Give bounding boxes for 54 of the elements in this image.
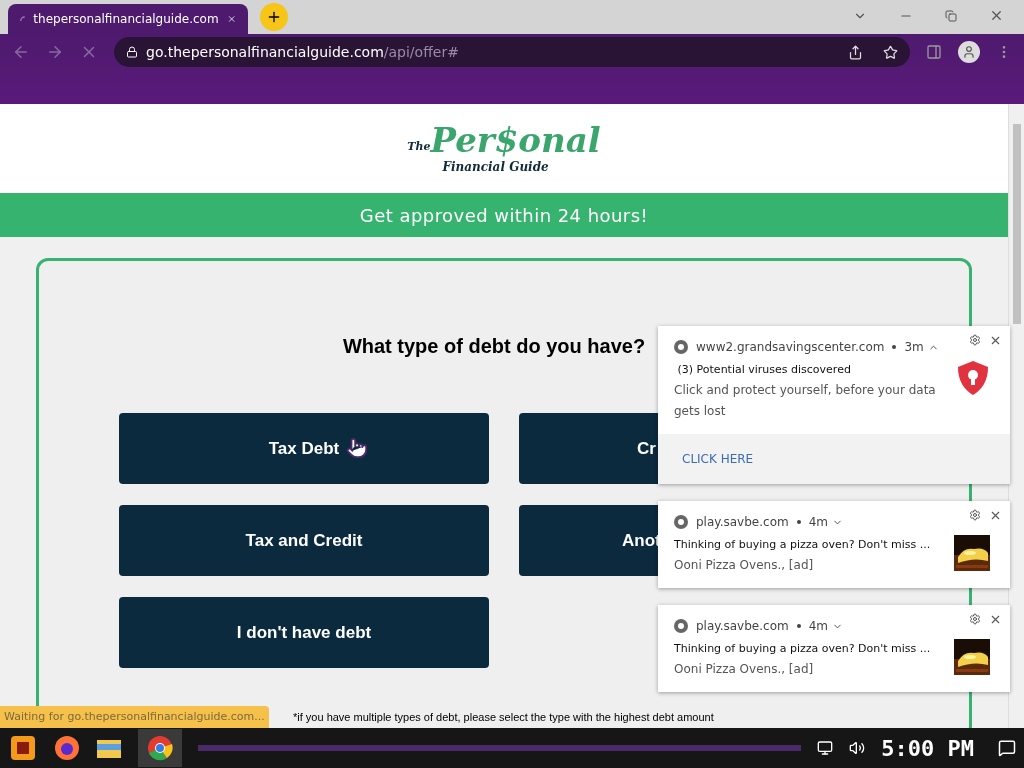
tab-title: thepersonalfinancialguide.com	[33, 11, 219, 28]
clock[interactable]: 5:00 PM	[881, 731, 974, 765]
network-icon[interactable]	[817, 740, 834, 756]
settings-icon[interactable]	[969, 613, 981, 625]
notification-body: Click and protect yourself, before your data gets lost	[674, 382, 937, 420]
start-icon[interactable]	[8, 733, 38, 763]
click-here-link[interactable]: CLICK HERE	[682, 450, 754, 468]
firefox-icon[interactable]	[54, 735, 80, 761]
lock-icon	[126, 46, 138, 58]
back-icon[interactable]	[12, 43, 30, 61]
browser-tab[interactable]: thepersonalfinancialguide.com	[8, 4, 248, 34]
close-icon[interactable]	[989, 509, 1002, 522]
notification-source: play.savbe.com	[696, 618, 789, 635]
chrome-icon[interactable]	[138, 729, 182, 767]
forward-icon[interactable]	[46, 43, 64, 61]
notifications-icon[interactable]	[998, 739, 1016, 757]
notification-time: 3m	[904, 339, 924, 356]
close-icon[interactable]	[989, 613, 1002, 626]
footnote: *if you have multiple types of debt, please select the type with the highest debt amount	[293, 710, 714, 725]
logo-subtitle: Financial Guide	[442, 158, 549, 176]
address-bar[interactable]: go.thepersonalfinancialguide.com/api/offer#	[114, 37, 910, 67]
plus-icon	[266, 9, 282, 25]
notification-source: www2.grandsavingscenter.com	[696, 339, 885, 356]
debt-option-button[interactable]: Tax and Credit	[119, 505, 489, 576]
url-text: go.thepersonalfinancialguide.com/api/offer#	[146, 42, 459, 62]
settings-icon[interactable]	[969, 334, 981, 346]
debt-option-button[interactable]: I don't have debt	[119, 597, 489, 668]
logo-prefix: The	[407, 140, 431, 153]
notification-time: 4m	[808, 514, 828, 531]
close-icon[interactable]	[989, 334, 1002, 347]
notification-title: Thinking of buying a pizza oven? Don't miss ...	[674, 641, 931, 657]
side-panel-icon[interactable]	[926, 44, 942, 60]
shield-icon	[956, 360, 990, 396]
question-title: What type of debt do you have?	[342, 334, 646, 359]
notification-title: (3) Potential viruses discovered	[676, 362, 852, 378]
notification-time: 4m	[808, 618, 828, 635]
status-bubble: Waiting for go.thepersonalfinancialguide.com...	[0, 706, 269, 728]
banner: Get approved within 24 hours!	[0, 193, 1008, 237]
share-icon[interactable]	[848, 44, 863, 60]
hand-cursor-icon	[346, 437, 368, 459]
notification-body: Ooni Pizza Ovens., [ad]	[674, 557, 815, 574]
new-tab-button[interactable]	[260, 3, 288, 31]
volume-icon[interactable]	[849, 740, 866, 756]
logo-title: Per$onal	[430, 121, 601, 158]
profile-icon[interactable]	[958, 41, 980, 63]
restore-icon[interactable]	[945, 9, 957, 22]
star-icon[interactable]	[883, 44, 898, 60]
settings-icon[interactable]	[969, 509, 981, 521]
notification-source: play.savbe.com	[696, 514, 789, 531]
loading-icon	[20, 15, 26, 23]
notification-body: Ooni Pizza Ovens., [ad]	[674, 661, 815, 678]
debt-option-button[interactable]: Tax Debt	[119, 413, 489, 484]
notification-title: Thinking of buying a pizza oven? Don't miss ...	[674, 537, 931, 553]
close-icon[interactable]	[989, 8, 1004, 23]
